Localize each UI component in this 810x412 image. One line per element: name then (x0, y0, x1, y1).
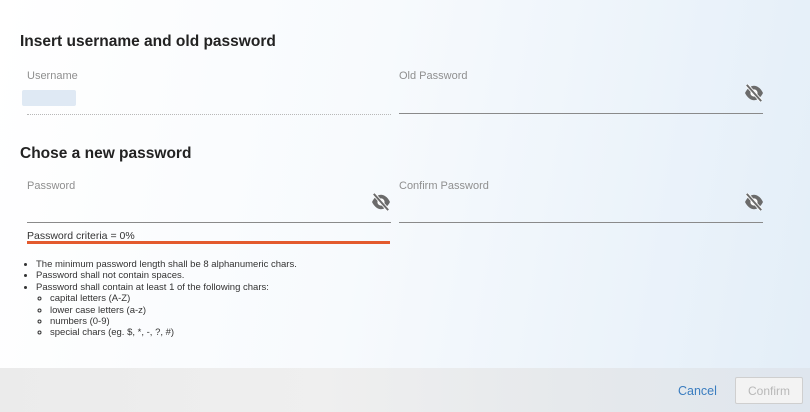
old-password-input[interactable] (399, 113, 763, 114)
eye-off-icon[interactable] (743, 84, 765, 102)
password-rules: The minimum password length shall be 8 a… (20, 259, 297, 339)
password-input[interactable] (27, 222, 391, 223)
eye-off-icon[interactable] (743, 193, 765, 211)
rule-subitem: capital letters (A-Z) (50, 293, 297, 304)
username-label: Username (27, 70, 78, 82)
rule-subitem: lower case letters (a-z) (50, 305, 297, 316)
rule-item: Password shall contain at least 1 of the… (36, 282, 297, 339)
rule-item: Password shall not contain spaces. (36, 270, 297, 281)
username-field (27, 114, 391, 115)
change-password-dialog: Insert username and old password Usernam… (0, 0, 810, 412)
old-password-label: Old Password (399, 70, 468, 82)
rule-subitem: special chars (eg. $, *, -, ?, #) (50, 327, 297, 338)
rule-subitem: numbers (0-9) (50, 316, 297, 327)
section-title-new: Chose a new password (20, 145, 192, 162)
confirm-button[interactable]: Confirm (735, 377, 803, 404)
rule-item-text: Password shall contain at least 1 of the… (36, 281, 269, 293)
rule-item: The minimum password length shall be 8 a… (36, 259, 297, 270)
confirm-password-input[interactable] (399, 222, 763, 223)
eye-off-icon[interactable] (370, 193, 392, 211)
password-label: Password (27, 180, 76, 192)
username-value (22, 90, 76, 106)
section-title-old: Insert username and old password (20, 33, 276, 50)
cancel-button[interactable]: Cancel (678, 379, 717, 403)
password-criteria-bar (27, 241, 390, 244)
confirm-password-label: Confirm Password (399, 180, 489, 192)
